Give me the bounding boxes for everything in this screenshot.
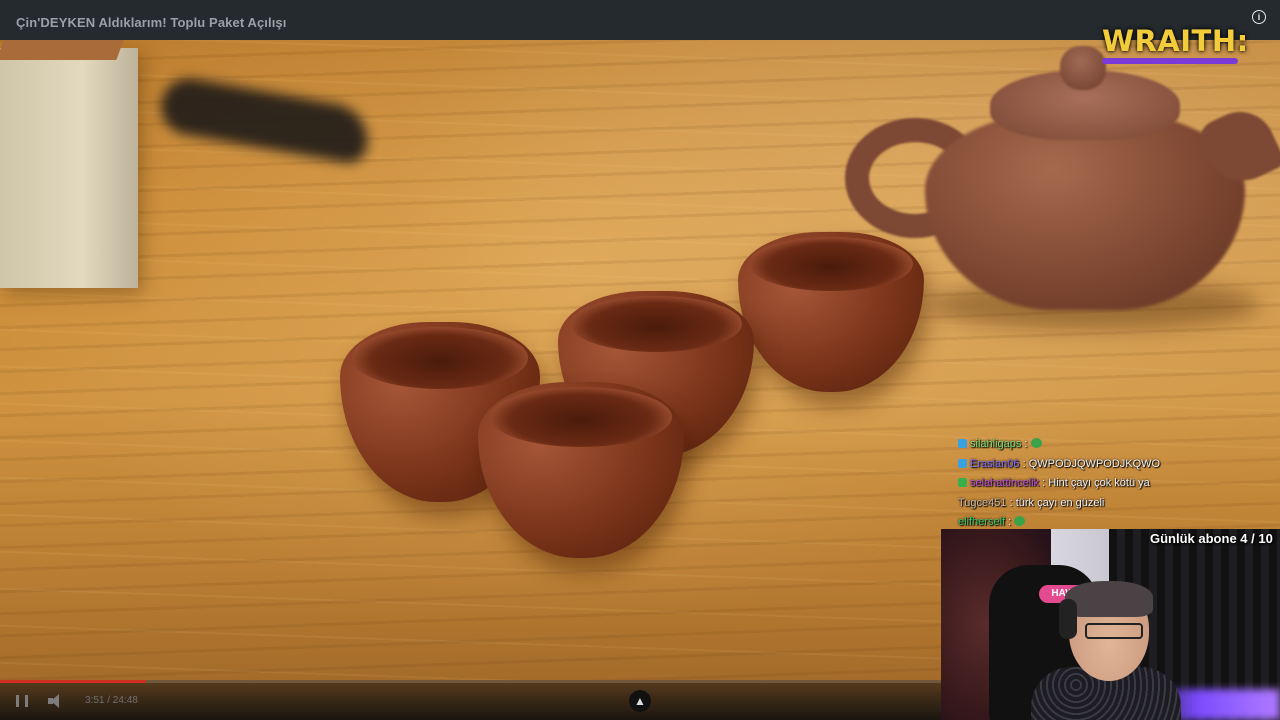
chat-text: Hint çayı çok kötü ya xyxy=(1045,477,1150,489)
chat-message: Eraslan06 : QWPODJQWPODJKQWO xyxy=(958,456,1278,476)
chat-message: silahligaps : xyxy=(958,436,1278,456)
chat-username[interactable]: selahattincelik xyxy=(970,477,1039,489)
info-icon[interactable]: i xyxy=(1252,10,1266,24)
webcam-overlay: HAW xyxy=(941,529,1280,720)
chat-text: QWPODJQWPODJKQWO xyxy=(1025,457,1161,470)
progress-fill xyxy=(0,680,146,683)
chat-emote-icon xyxy=(1030,438,1042,448)
chat-message: selahattincelik : Hint çayı çok kötü ya xyxy=(958,475,1278,495)
chat-badge-icon xyxy=(958,458,967,468)
pause-icon[interactable] xyxy=(16,695,28,707)
video-box-object xyxy=(0,40,138,288)
chevron-up-icon[interactable]: ▲ xyxy=(629,690,651,712)
teapot-body xyxy=(925,110,1245,310)
chat-text: türk çayı en güzeli xyxy=(1012,496,1105,509)
chat-overlay: silahligaps : Eraslan06 : QWPODJQWPODJKQW… xyxy=(958,436,1278,534)
streamer-hair xyxy=(1065,581,1153,617)
chat-emote-icon xyxy=(1014,516,1026,526)
chat-badge-icon xyxy=(958,478,967,487)
chat-separator: : xyxy=(1005,516,1012,528)
player-controls xyxy=(0,680,941,720)
chat-message: Tugce451 : türk çayı en güzeli xyxy=(958,495,1278,515)
chat-username[interactable]: elifherself xyxy=(958,516,1005,528)
title-bar: Çin'DEYKEN Aldıklarım! Toplu Paket Açılı… xyxy=(0,0,1280,40)
chat-badge-icon xyxy=(958,439,967,448)
chat-separator: : xyxy=(1021,438,1028,450)
volume-icon[interactable] xyxy=(48,694,64,708)
video-player[interactable]: Çin'DEYKEN Aldıklarım! Toplu Paket Açılı… xyxy=(0,0,1280,720)
chat-username[interactable]: silahligaps xyxy=(970,438,1021,450)
sponsor-logo-text: WRAITH: xyxy=(1102,24,1249,58)
time-display: 3:51 / 24:48 xyxy=(85,695,138,706)
sponsor-logo: WRAITH: xyxy=(1090,24,1250,68)
sponsor-logo-bar xyxy=(1102,58,1238,64)
chat-username[interactable]: Tugce451 xyxy=(958,497,1007,509)
video-title[interactable]: Çin'DEYKEN Aldıklarım! Toplu Paket Açılı… xyxy=(16,15,286,30)
subscriber-goal: Günlük abone 4 / 10 xyxy=(1150,531,1273,546)
glasses xyxy=(1085,623,1143,639)
progress-bar[interactable] xyxy=(0,680,941,683)
chat-username[interactable]: Eraslan06 xyxy=(970,458,1020,470)
headset-icon xyxy=(1059,599,1077,639)
